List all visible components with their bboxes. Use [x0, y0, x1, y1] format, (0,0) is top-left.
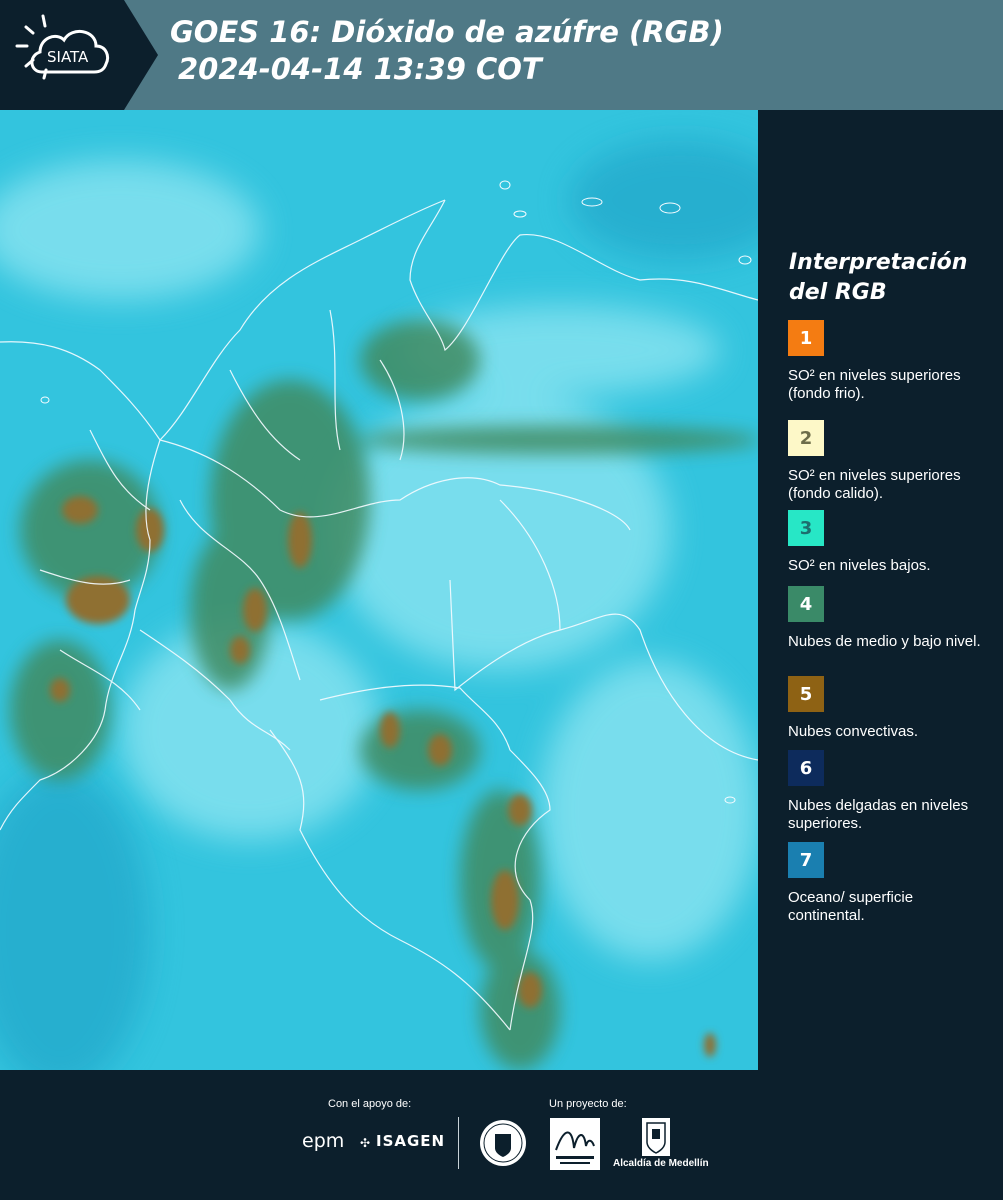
footer-bar: Con el apoyo de: Un proyecto de: epm ✣ I…: [0, 1070, 1003, 1200]
legend-label: Nubes convectivas.: [788, 723, 919, 740]
title-product: GOES 16: Dióxido de azúfre (RGB): [170, 15, 724, 49]
siata-logo: SIATA: [0, 0, 158, 110]
legend-label: Oceano/ superficie continental.: [788, 889, 914, 924]
legend-label: SO² en niveles bajos.: [788, 557, 931, 574]
rgb-legend: Interpretación del RGB 1 SO² en niveles s…: [758, 110, 1003, 1070]
legend-swatch: 7: [788, 842, 824, 878]
isagen-logo: ISAGEN: [376, 1132, 446, 1150]
alcaldia-label: Alcaldía de Medellín: [613, 1158, 709, 1169]
header-bar: SIATA GOES 16: Dióxido de azúfre (RGB) 2…: [0, 0, 1003, 110]
legend-label: SO² en niveles superiores (fondo frio).: [788, 367, 961, 402]
legend-swatch: 5: [788, 676, 824, 712]
legend-item: 1 SO² en niveles superiores (fondo frio).: [788, 320, 988, 403]
page-title: GOES 16: Dióxido de azúfre (RGB) 2024-04…: [170, 14, 724, 88]
support-label: Con el apoyo de:: [328, 1098, 412, 1110]
title-timestamp: 2024-04-14 13:39 COT: [178, 52, 542, 86]
area-metropolitana-logo-icon: [550, 1118, 600, 1170]
alcaldia-shield-icon: [642, 1118, 670, 1156]
legend-title: Interpretación del RGB: [789, 250, 968, 305]
epm-logo: epm: [302, 1130, 345, 1152]
legend-label: Nubes de medio y bajo nivel.: [788, 633, 981, 650]
legend-item: 6 Nubes delgadas en niveles superiores.: [788, 750, 988, 833]
legend-swatch: 6: [788, 750, 824, 786]
legend-swatch: 4: [788, 586, 824, 622]
legend-item: 4 Nubes de medio y bajo nivel.: [788, 586, 988, 651]
footer-divider: [458, 1117, 459, 1169]
legend-swatch: 1: [788, 320, 824, 356]
legend-item: 3 SO² en niveles bajos.: [788, 510, 988, 575]
logo-text: SIATA: [47, 48, 89, 66]
isagen-icon: ✣: [360, 1136, 371, 1150]
legend-swatch: 2: [788, 420, 824, 456]
satellite-map: [0, 110, 758, 1070]
medellin-seal-icon: [480, 1120, 526, 1166]
project-label: Un proyecto de:: [549, 1098, 627, 1110]
legend-label: SO² en niveles superiores (fondo calido)…: [788, 467, 961, 502]
legend-item: 7 Oceano/ superficie continental.: [788, 842, 988, 925]
legend-swatch: 3: [788, 510, 824, 546]
legend-item: 2 SO² en niveles superiores (fondo calido…: [788, 420, 988, 503]
legend-label: Nubes delgadas en niveles superiores.: [788, 797, 969, 832]
legend-item: 5 Nubes convectivas.: [788, 676, 988, 741]
